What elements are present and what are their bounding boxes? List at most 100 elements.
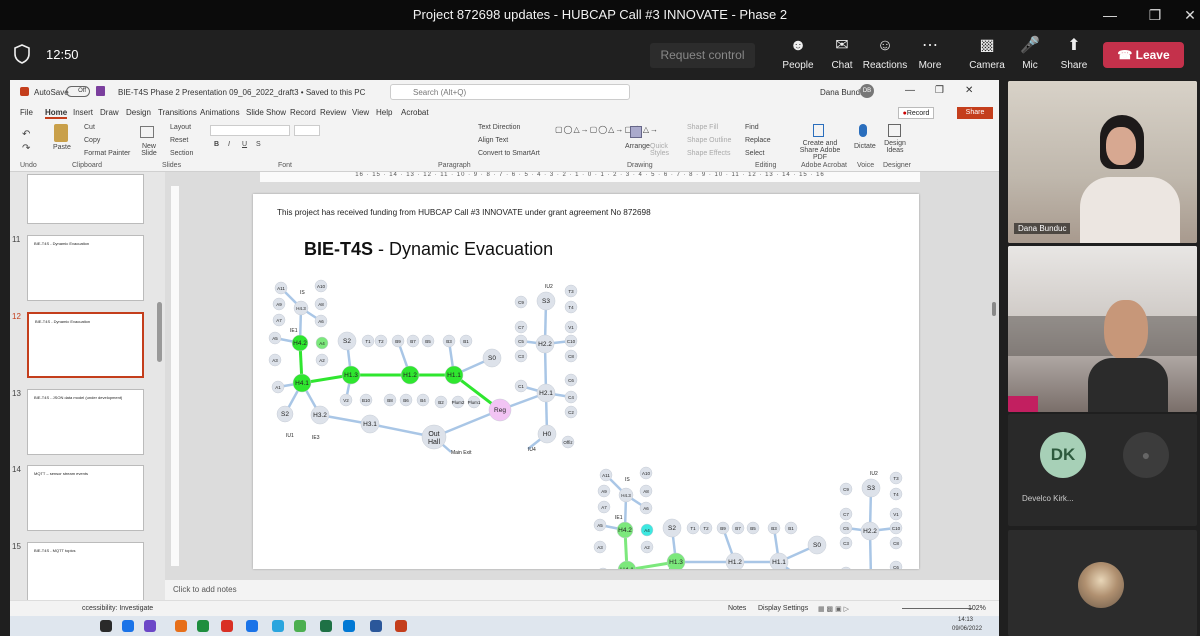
request-control-button[interactable]: Request control bbox=[650, 43, 755, 68]
shadow-icon[interactable]: S bbox=[256, 141, 261, 148]
replace-button[interactable]: Replace bbox=[745, 137, 771, 144]
zoom-slider[interactable] bbox=[902, 608, 972, 609]
close-icon[interactable]: ✕ bbox=[1170, 3, 1200, 27]
chat-button[interactable]: ✉ Chat bbox=[818, 36, 866, 71]
tab-view[interactable]: View bbox=[352, 108, 369, 117]
participant-tile[interactable] bbox=[1008, 530, 1197, 636]
notes-toggle[interactable]: Notes bbox=[728, 605, 746, 612]
firefox-icon[interactable] bbox=[175, 620, 187, 632]
align-text-button[interactable]: Align Text bbox=[478, 137, 508, 144]
section-button[interactable]: Section bbox=[170, 150, 193, 157]
excel-icon[interactable] bbox=[320, 620, 332, 632]
word-icon[interactable] bbox=[370, 620, 382, 632]
create-share-pdf-button[interactable]: Create and Share Adobe PDF bbox=[795, 140, 845, 161]
underline-icon[interactable]: U bbox=[242, 141, 247, 148]
skype-icon[interactable] bbox=[272, 620, 284, 632]
tab-insert[interactable]: Insert bbox=[73, 108, 93, 117]
ppt-share-button[interactable]: Share bbox=[957, 107, 993, 119]
new-slide-button[interactable]: New Slide bbox=[138, 143, 160, 157]
accessibility-status[interactable]: ccessibility: Investigate bbox=[82, 605, 153, 612]
redo-icon[interactable]: ↷ bbox=[22, 143, 30, 154]
font-family-select[interactable] bbox=[210, 125, 290, 136]
tab-acrobat[interactable]: Acrobat bbox=[401, 108, 429, 117]
select-button[interactable]: Select bbox=[745, 150, 764, 157]
explorer-icon[interactable] bbox=[197, 620, 209, 632]
powerpoint-icon[interactable] bbox=[395, 620, 407, 632]
reactions-button[interactable]: ☺ Reactions bbox=[861, 36, 909, 71]
save-icon[interactable] bbox=[96, 86, 105, 96]
user-avatar[interactable]: DB bbox=[860, 84, 874, 98]
convert-smartart-button[interactable]: Convert to SmartArt bbox=[478, 150, 540, 157]
slide-thumbnail[interactable]: BIE-T4S - MQTT topics bbox=[27, 542, 144, 608]
autosave-toggle[interactable]: Off bbox=[66, 86, 90, 97]
layout-button[interactable]: Layout bbox=[170, 124, 191, 131]
shape-outline-button[interactable]: Shape Outline bbox=[687, 137, 731, 144]
tab-slide-show[interactable]: Slide Show bbox=[246, 108, 286, 117]
slide-thumbnail[interactable]: BIE-T4S - Dynamic Evacuation bbox=[27, 235, 144, 301]
slide-thumbnail[interactable] bbox=[27, 174, 144, 224]
dictate-button[interactable]: Dictate bbox=[854, 143, 876, 150]
restore-icon[interactable]: ❐ bbox=[935, 85, 944, 96]
shape-fill-button[interactable]: Shape Fill bbox=[687, 124, 718, 131]
people-button[interactable]: ☻ People bbox=[774, 36, 822, 71]
tab-home[interactable]: Home bbox=[45, 108, 68, 119]
participant-tile[interactable]: DK ● Develco Kirk... bbox=[1008, 414, 1197, 526]
tab-help[interactable]: Help bbox=[376, 108, 392, 117]
thumbnail-scrollbar[interactable] bbox=[157, 302, 162, 362]
minimize-icon[interactable]: — bbox=[1090, 3, 1130, 27]
undo-icon[interactable]: ↶ bbox=[22, 129, 30, 140]
bold-icon[interactable]: B bbox=[214, 141, 219, 148]
tab-record[interactable]: Record bbox=[290, 108, 316, 117]
dictate-icon[interactable] bbox=[859, 124, 867, 137]
shape-effects-button[interactable]: Shape Effects bbox=[687, 150, 730, 157]
copy-button[interactable]: Copy bbox=[84, 137, 100, 144]
text-direction-button[interactable]: Text Direction bbox=[478, 124, 520, 131]
cut-button[interactable]: Cut bbox=[84, 124, 95, 131]
restore-icon[interactable]: ❐ bbox=[1135, 3, 1175, 27]
tab-file[interactable]: File bbox=[20, 108, 33, 117]
tab-design[interactable]: Design bbox=[126, 108, 151, 117]
slide-scrollbar[interactable] bbox=[992, 302, 996, 316]
view-buttons[interactable]: ▦ ▩ ▣ ▷ bbox=[818, 605, 870, 613]
more-button[interactable]: ⋯ More bbox=[906, 36, 954, 71]
tab-transitions[interactable]: Transitions bbox=[158, 108, 197, 117]
arrange-icon[interactable] bbox=[630, 126, 642, 138]
zoom-level[interactable]: 102% bbox=[968, 605, 986, 612]
reset-button[interactable]: Reset bbox=[170, 137, 188, 144]
close-icon[interactable]: ✕ bbox=[965, 85, 973, 96]
tab-animations[interactable]: Animations bbox=[200, 108, 240, 117]
arrange-button[interactable]: Arrange bbox=[625, 143, 650, 150]
design-ideas-icon[interactable] bbox=[888, 124, 901, 137]
mic-button[interactable]: 🎤 Mic bbox=[1006, 36, 1054, 71]
notes-icon[interactable] bbox=[294, 620, 306, 632]
new-slide-icon[interactable] bbox=[140, 126, 154, 138]
outlook-icon[interactable] bbox=[343, 620, 355, 632]
quick-styles-button[interactable]: Quick Styles bbox=[650, 143, 670, 157]
camera-button[interactable]: ▩ Camera bbox=[963, 36, 1011, 71]
tab-review[interactable]: Review bbox=[320, 108, 346, 117]
participant-video[interactable] bbox=[1008, 246, 1197, 412]
record-button[interactable]: ●Record bbox=[898, 107, 934, 119]
shapes-gallery[interactable]: ▢◯△→▢◯△→▢◯△→ bbox=[555, 125, 658, 153]
paste-button[interactable]: Paste bbox=[53, 144, 71, 151]
search-icon[interactable] bbox=[122, 620, 134, 632]
start-icon[interactable] bbox=[100, 620, 112, 632]
display-settings-button[interactable]: Display Settings bbox=[758, 605, 808, 612]
slide-thumbnail[interactable]: MQTT – sensor stream events bbox=[27, 465, 144, 531]
slide-thumbnail[interactable]: BIE-T4S - Dynamic Evacuation bbox=[27, 312, 144, 378]
minimize-icon[interactable]: — bbox=[905, 85, 915, 96]
paste-icon[interactable] bbox=[54, 124, 68, 142]
font-size-select[interactable] bbox=[294, 125, 320, 136]
teams-icon[interactable] bbox=[144, 620, 156, 632]
adobe-pdf-icon[interactable] bbox=[813, 124, 824, 137]
participant-video[interactable]: Dana Bunduc bbox=[1008, 81, 1197, 243]
share-button[interactable]: ⬆ Share bbox=[1050, 36, 1098, 71]
leave-button[interactable]: ☎ Leave bbox=[1103, 42, 1184, 68]
notes-input[interactable]: Click to add notes bbox=[173, 585, 237, 594]
italic-icon[interactable]: I bbox=[228, 141, 230, 148]
design-ideas-button[interactable]: Design Ideas bbox=[882, 140, 908, 154]
format-painter-button[interactable]: Format Painter bbox=[84, 150, 130, 157]
edge-icon[interactable] bbox=[246, 620, 258, 632]
acrobat-icon[interactable] bbox=[221, 620, 233, 632]
slide-thumbnail[interactable]: BIE-T4S - JSON data model (under develop… bbox=[27, 389, 144, 455]
